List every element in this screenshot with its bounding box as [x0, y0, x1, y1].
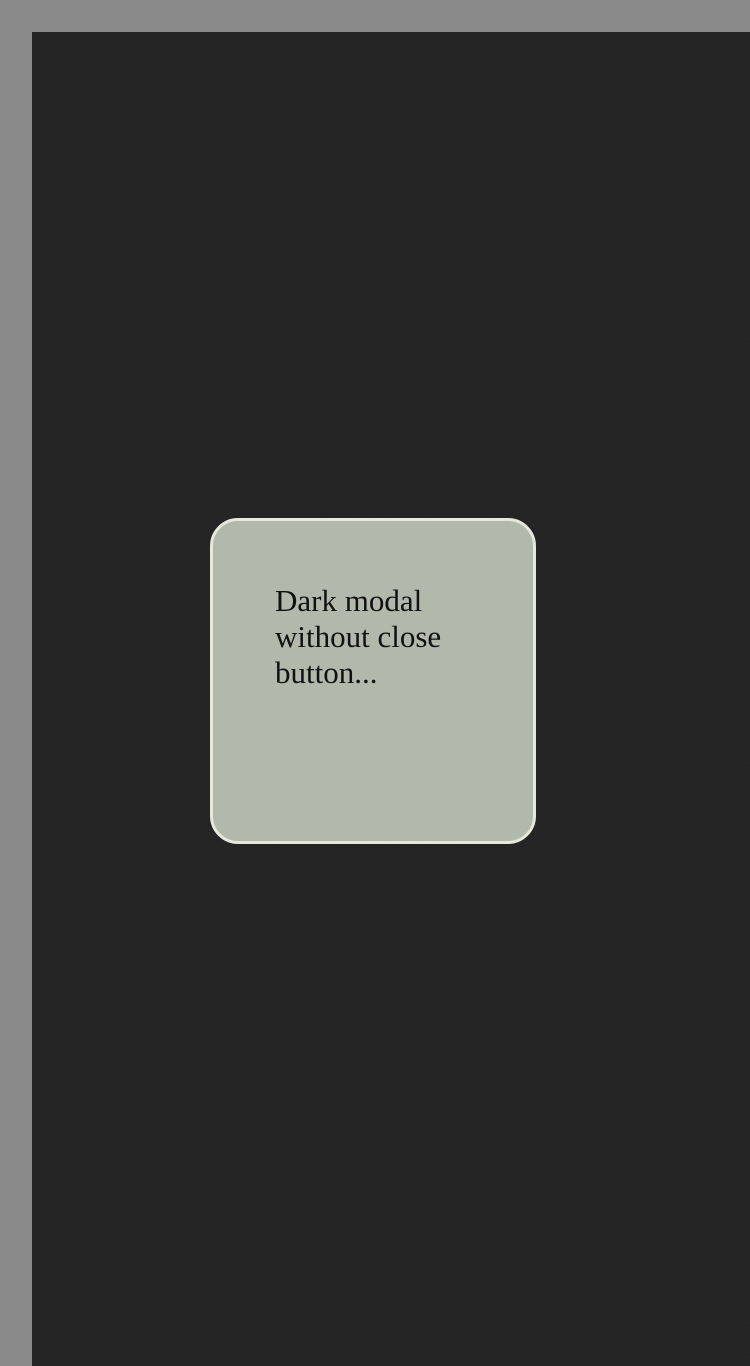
page: Dark modal without close button... — [0, 0, 750, 1366]
dark-modal: Dark modal without close button... — [210, 518, 536, 844]
modal-message: Dark modal without close button... — [275, 583, 442, 690]
